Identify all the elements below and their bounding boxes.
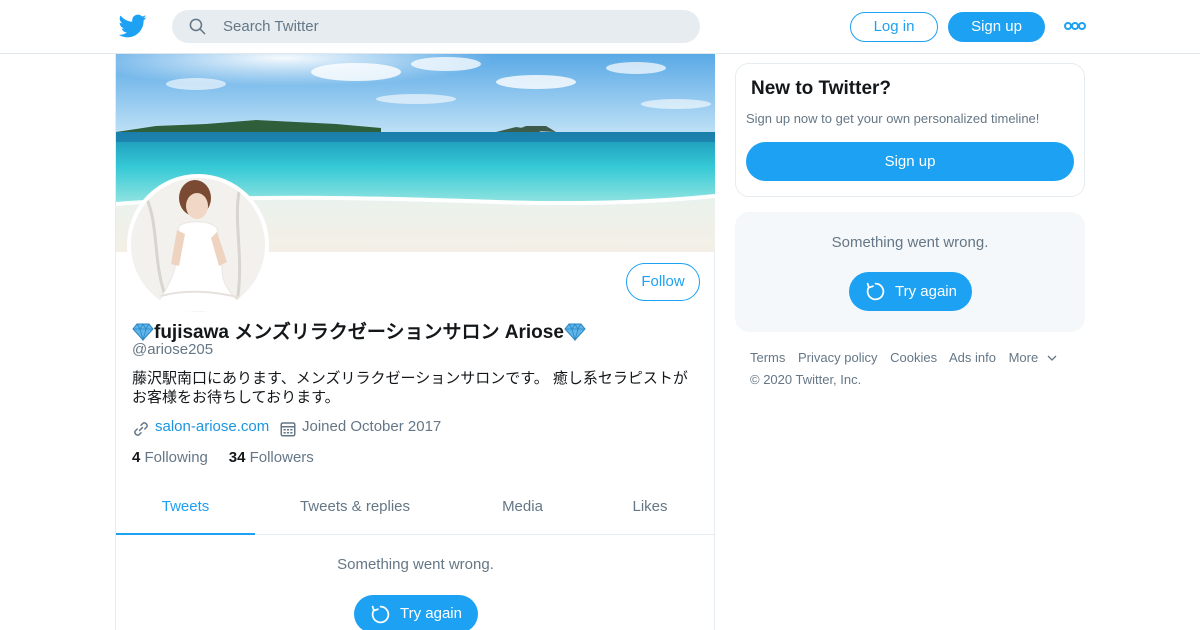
timeline-error-message: Something went wrong. — [337, 556, 494, 573]
website-link[interactable]: salon-ariose.com — [155, 418, 269, 435]
followers-label: Followers — [249, 449, 314, 466]
profile-column: Follow fujisawa メンズリラクゼーションサロン Ariose @a… — [115, 54, 715, 630]
footer: Terms Privacy policy Cookies Ads info Mo… — [750, 350, 1090, 387]
signup-card-subtext: Sign up now to get your own personalized… — [746, 111, 1040, 126]
profile-tabs: Tweets Tweets & replies Media Likes — [116, 479, 715, 535]
tab-media[interactable]: Media — [455, 479, 590, 535]
followers-count: 34 — [228, 449, 246, 466]
display-name-text: fujisawa メンズリラクゼーションサロン Ariose — [154, 322, 564, 343]
refresh-icon — [866, 282, 885, 301]
calendar-icon — [280, 422, 296, 437]
login-button[interactable]: Log in — [850, 12, 938, 42]
new-to-twitter-card: New to Twitter? Sign up now to get your … — [735, 63, 1085, 197]
footer-link-ads-info[interactable]: Ads info — [949, 350, 996, 365]
footer-more[interactable]: More — [1009, 350, 1058, 365]
tab-tweets-and-replies[interactable]: Tweets & replies — [255, 479, 455, 535]
link-icon — [134, 422, 148, 436]
signup-button[interactable]: Sign up — [948, 12, 1045, 42]
footer-link-privacy[interactable]: Privacy policy — [798, 350, 877, 365]
profile-bio: 藤沢駅南口にあります、メンズリラクゼーションサロンです。 癒し系セラピストがお客… — [132, 370, 688, 406]
refresh-icon — [371, 605, 390, 624]
search-bar[interactable]: Search Twitter — [172, 10, 700, 43]
sidebar-try-again-label: Try again — [895, 283, 957, 300]
try-again-button[interactable]: Try again — [354, 595, 478, 630]
follow-button[interactable]: Follow — [626, 263, 700, 301]
follow-stats: 4 Following 34 Followers — [132, 449, 314, 466]
signup-card-heading: New to Twitter? — [751, 78, 892, 99]
sidebar-error-card: Something went wrong. Try again — [735, 212, 1085, 332]
display-name: fujisawa メンズリラクゼーションサロン Ariose — [132, 317, 586, 344]
joined-date: Joined October 2017 — [302, 418, 442, 435]
followers-stat[interactable]: 34 Followers — [229, 449, 314, 466]
top-navigation-bar: Search Twitter Log in Sign up — [0, 0, 1200, 54]
sidebar-try-again-button[interactable]: Try again — [849, 272, 972, 311]
twitter-bird-icon[interactable] — [119, 12, 147, 40]
following-label: Following — [144, 449, 208, 466]
more-dots-icon[interactable] — [1064, 20, 1086, 32]
gem-icon — [564, 323, 586, 341]
gem-icon — [132, 323, 154, 341]
sidebar-error-message: Something went wrong. — [831, 234, 989, 251]
chevron-down-icon — [1047, 355, 1057, 361]
footer-link-more: More — [1008, 350, 1039, 365]
search-input[interactable]: Search Twitter — [223, 18, 319, 35]
tab-tweets[interactable]: Tweets — [116, 479, 255, 535]
try-again-label: Try again — [400, 605, 462, 622]
search-icon — [189, 18, 206, 35]
following-stat[interactable]: 4 Following — [132, 449, 208, 466]
footer-link-cookies[interactable]: Cookies — [890, 350, 937, 365]
tab-likes[interactable]: Likes — [590, 479, 710, 535]
footer-link-terms[interactable]: Terms — [750, 350, 785, 365]
avatar[interactable] — [127, 174, 269, 316]
screen-name: @ariose205 — [132, 341, 214, 358]
copyright: © 2020 Twitter, Inc. — [750, 372, 862, 387]
following-count: 4 — [132, 449, 141, 466]
sidebar-signup-button[interactable]: Sign up — [746, 142, 1074, 181]
footer-links: Terms Privacy policy Cookies Ads info Mo… — [750, 350, 1090, 365]
